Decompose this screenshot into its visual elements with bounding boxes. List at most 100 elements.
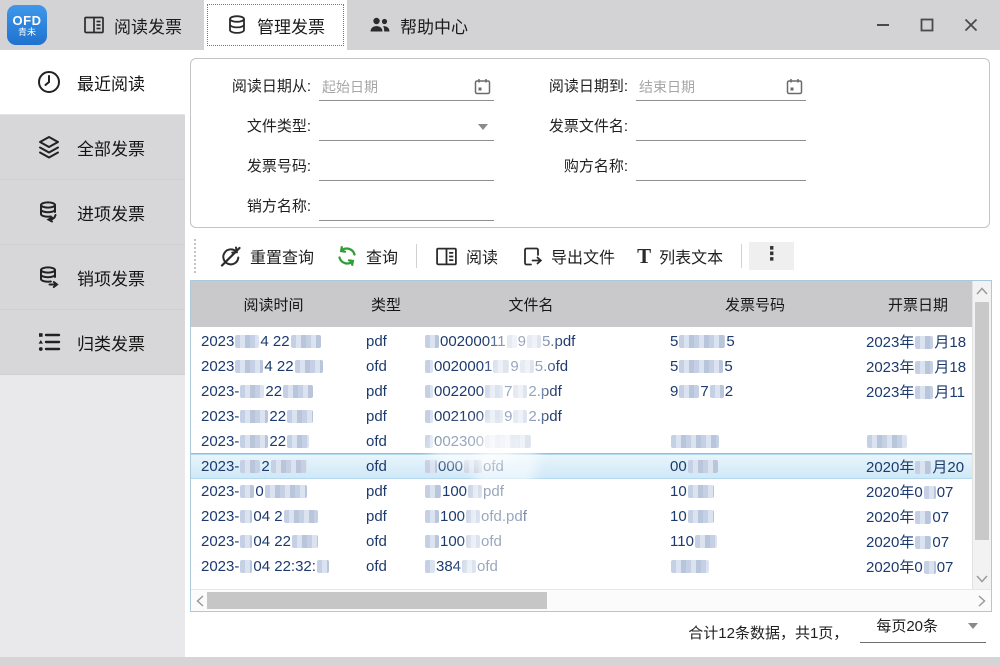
table-row[interactable]: 2023-2ofd000ofd002020年月20 bbox=[191, 454, 972, 479]
table-row[interactable]: 2023-04 2pdf100ofd.pdf102020年07 bbox=[191, 504, 972, 529]
redacted-mosaic bbox=[468, 485, 482, 498]
buyer-field bbox=[636, 154, 806, 181]
column-header-invoice-date[interactable]: 开票日期 bbox=[864, 281, 972, 327]
table-row[interactable]: 2023-04 22:32:ofd384ofd2020年007 bbox=[191, 554, 972, 579]
table-row[interactable]: 2023-22pdf00210092.pdf bbox=[191, 404, 972, 429]
window-bottom-edge bbox=[0, 657, 1000, 666]
toolbar-grip[interactable] bbox=[194, 239, 196, 273]
database-arrow-in-icon bbox=[36, 199, 62, 225]
table-cell: 384ofd bbox=[416, 558, 646, 575]
table-cell: 100ofd bbox=[416, 533, 646, 550]
table-cell: 20234 22 bbox=[191, 333, 356, 350]
query-button[interactable]: 查询 bbox=[325, 238, 409, 274]
horizontal-scroll-thumb[interactable] bbox=[207, 592, 547, 609]
table-cell: 00220072.pdf bbox=[416, 383, 646, 400]
seller-input[interactable] bbox=[319, 195, 494, 219]
chevron-down-icon bbox=[968, 623, 978, 629]
tab-label: 帮助中心 bbox=[400, 13, 468, 38]
table-cell: pdf bbox=[356, 508, 416, 525]
sidebar-item-input-invoices[interactable]: 进项发票 bbox=[0, 180, 185, 245]
calendar-icon[interactable] bbox=[786, 78, 803, 95]
table-cell: 002000195.ofd bbox=[416, 358, 646, 375]
people-icon bbox=[369, 14, 391, 36]
redacted-mosaic bbox=[240, 560, 252, 573]
redacted-mosaic bbox=[425, 535, 439, 548]
search-form-grid: 阅读日期从: 阅读日期到: bbox=[191, 59, 989, 221]
export-file-button[interactable]: 导出文件 bbox=[509, 238, 626, 274]
redacted-mosaic bbox=[462, 560, 476, 573]
sidebar-item-all-invoices[interactable]: 全部发票 bbox=[0, 115, 185, 180]
redacted-mosaic bbox=[240, 460, 260, 473]
redacted-mosaic bbox=[295, 360, 323, 373]
read-button[interactable]: 阅读 bbox=[424, 238, 509, 274]
redacted-mosaic bbox=[425, 560, 435, 573]
scroll-right-icon[interactable] bbox=[973, 590, 991, 611]
vertical-scrollbar[interactable] bbox=[972, 281, 991, 589]
redacted-mosaic bbox=[710, 385, 724, 398]
export-file-icon bbox=[520, 245, 543, 268]
redacted-mosaic bbox=[513, 410, 527, 423]
table-cell: 2023-22 bbox=[191, 408, 356, 425]
table-cell: 00210092.pdf bbox=[416, 408, 646, 425]
date-to-input[interactable] bbox=[636, 75, 806, 99]
buyer-input[interactable] bbox=[636, 155, 806, 179]
redacted-mosaic bbox=[671, 560, 709, 573]
page-size-select[interactable]: 每页20条 bbox=[860, 615, 986, 643]
date-from-input[interactable] bbox=[319, 75, 494, 99]
tab-manage-invoice[interactable]: 管理发票 bbox=[204, 0, 347, 50]
table-row[interactable]: 2023-04 22ofd100ofd1102020年07 bbox=[191, 529, 972, 554]
more-options-button[interactable]: ⋮ bbox=[749, 242, 794, 270]
toolbar: 重置查询 查询 阅读 bbox=[190, 232, 794, 280]
column-header-read-time[interactable]: 阅读时间 bbox=[191, 281, 356, 327]
file-type-select[interactable] bbox=[319, 114, 494, 141]
table-cell: ofd bbox=[356, 558, 416, 575]
table-cell: pdf bbox=[356, 383, 416, 400]
maximize-button[interactable] bbox=[908, 4, 946, 46]
list-text-button[interactable]: T 列表文本 bbox=[626, 238, 734, 274]
toolbar-button-label: 重置查询 bbox=[250, 244, 314, 268]
table-row[interactable]: 2023-22pdf00220072.pdf9722023年月11 bbox=[191, 379, 972, 404]
table-row[interactable]: 2023-22ofd002300 bbox=[191, 429, 972, 454]
invoice-no-field bbox=[319, 154, 494, 181]
file-name-input[interactable] bbox=[636, 115, 806, 139]
table-cell: 55 bbox=[646, 358, 864, 375]
database-arrow-out-icon bbox=[36, 264, 62, 290]
redacted-mosaic bbox=[464, 460, 482, 473]
scroll-up-icon[interactable] bbox=[973, 281, 991, 301]
sidebar-item-label: 进项发票 bbox=[77, 200, 145, 225]
reset-query-button[interactable]: 重置查询 bbox=[208, 238, 325, 274]
table-row[interactable]: 2023-0pdf100pdf102020年007 bbox=[191, 479, 972, 504]
table-row[interactable]: 20234 22ofd002000195.ofd552023年月18 bbox=[191, 354, 972, 379]
close-button[interactable] bbox=[952, 4, 990, 46]
table-cell: 0020001195.pdf bbox=[416, 333, 646, 350]
table-cell: 2020年007 bbox=[864, 556, 972, 577]
table-cell: ofd bbox=[356, 533, 416, 550]
redacted-mosaic bbox=[466, 510, 480, 523]
minimize-button[interactable] bbox=[864, 4, 902, 46]
column-header-file-name[interactable]: 文件名 bbox=[416, 281, 646, 327]
database-icon bbox=[226, 14, 248, 36]
chevron-down-icon bbox=[478, 124, 488, 130]
column-header-type[interactable]: 类型 bbox=[356, 281, 416, 327]
column-header-invoice-no[interactable]: 发票号码 bbox=[646, 281, 864, 327]
sidebar-item-output-invoices[interactable]: 销项发票 bbox=[0, 245, 185, 310]
redacted-mosaic bbox=[271, 460, 307, 473]
file-type-label: 文件类型: bbox=[191, 115, 319, 141]
table-row[interactable]: 20234 22pdf0020001195.pdf552023年月18 bbox=[191, 329, 972, 354]
vertical-scroll-thumb[interactable] bbox=[975, 302, 989, 540]
tab-read-invoice[interactable]: 阅读发票 bbox=[61, 0, 204, 50]
scroll-down-icon[interactable] bbox=[973, 569, 991, 589]
calendar-icon[interactable] bbox=[474, 78, 491, 95]
sidebar-item-classified-invoices[interactable]: 归类发票 bbox=[0, 310, 185, 375]
redacted-mosaic bbox=[240, 510, 252, 523]
horizontal-scrollbar[interactable] bbox=[191, 589, 991, 611]
table-cell bbox=[646, 558, 864, 575]
table-cell: 2023-22 bbox=[191, 383, 356, 400]
sidebar-item-recent-reads[interactable]: 最近阅读 bbox=[0, 50, 185, 115]
table-cell: 2020年07 bbox=[864, 506, 972, 527]
tab-help-center[interactable]: 帮助中心 bbox=[347, 0, 490, 50]
invoice-no-input[interactable] bbox=[319, 155, 494, 179]
toolbar-divider bbox=[416, 244, 417, 268]
table-cell: 10 bbox=[646, 508, 864, 525]
redacted-mosaic bbox=[466, 535, 480, 548]
